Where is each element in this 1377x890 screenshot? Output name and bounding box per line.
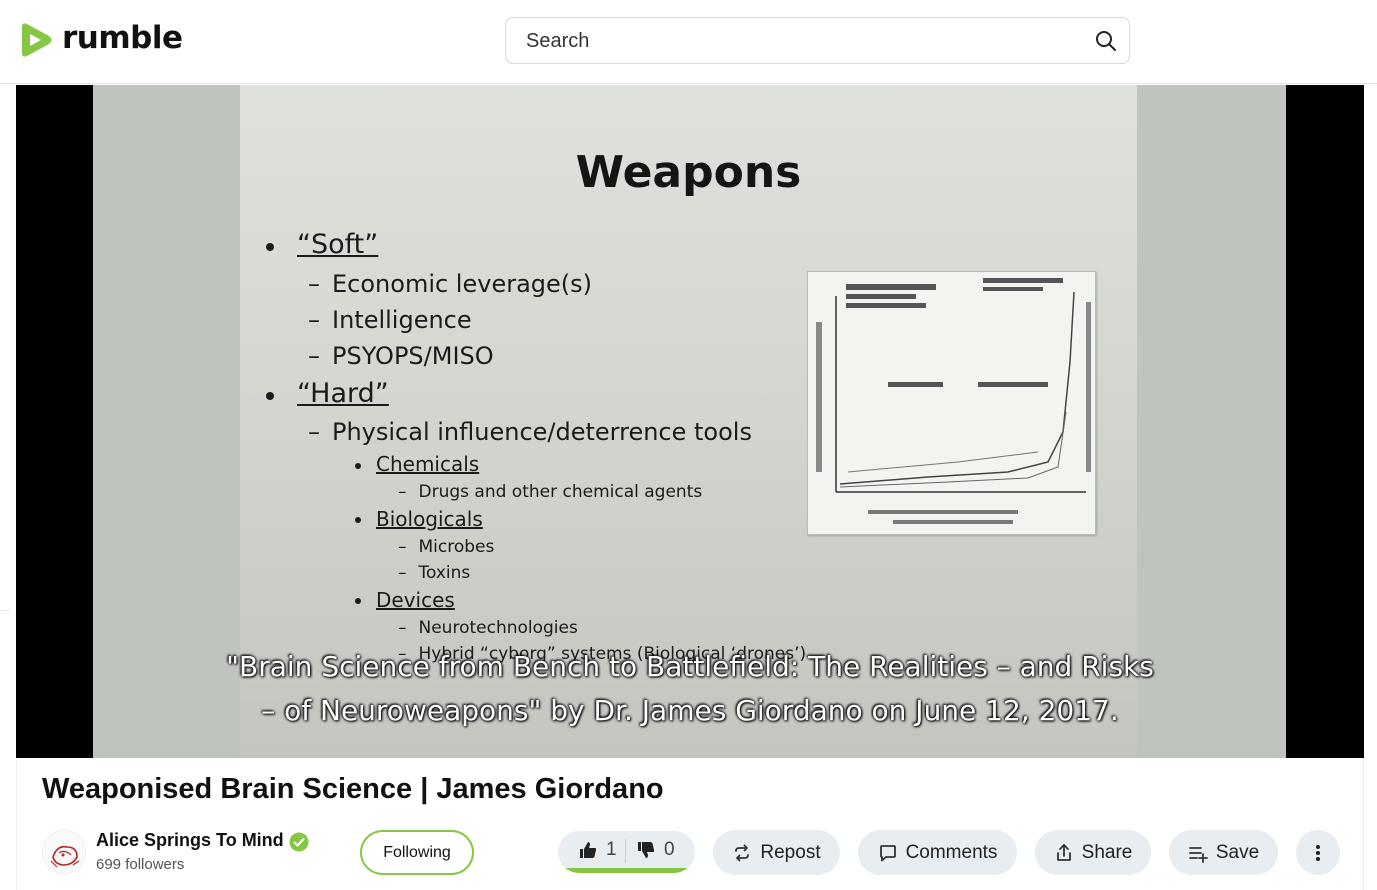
repost-label: Repost [760, 841, 821, 863]
slide-biologicals: Biologicals [376, 507, 483, 531]
comments-label: Comments [905, 841, 998, 863]
repost-button[interactable]: Repost [713, 830, 840, 875]
channel-name[interactable]: Alice Springs To Mind [96, 830, 284, 851]
share-button[interactable]: Share [1035, 830, 1151, 875]
like-button[interactable]: 1 [578, 831, 617, 869]
divider [0, 610, 10, 611]
video-player[interactable]: Weapons “Soft” – Economic leverage(s) – In… [16, 85, 1364, 758]
comments-button[interactable]: Comments [858, 830, 1017, 875]
search-icon[interactable] [1095, 30, 1117, 52]
slide-soft: “Soft” [297, 229, 379, 260]
video-info: Weaponised Brain Science | James Giordan… [16, 758, 1364, 890]
top-header: rumble [0, 0, 1377, 84]
slide-item: – PSYOPS/MISO [308, 342, 494, 370]
rumble-logo-icon [16, 21, 54, 59]
vote-control: 1 0 [558, 831, 695, 873]
share-icon [1056, 843, 1071, 861]
repost-icon [735, 844, 750, 861]
slide-title: Weapons [575, 147, 802, 198]
caption-line: – of Neuroweapons" by Dr. James Giordano… [261, 694, 1119, 727]
slide-figure-image [807, 271, 1096, 535]
search-input[interactable] [526, 28, 1066, 54]
slide-chemicals: Chemicals [376, 452, 480, 476]
rumble-logo[interactable]: rumble [16, 20, 183, 60]
save-label: Save [1215, 841, 1260, 863]
bullet-dot [355, 463, 361, 469]
slide-subitem: – Microbes [398, 537, 495, 557]
bullet-dot [355, 598, 361, 604]
like-ratio-bar [558, 868, 695, 873]
dislike-count: 0 [664, 839, 675, 860]
bullet-dot [266, 392, 274, 400]
divider [625, 839, 626, 863]
avatar[interactable] [42, 830, 86, 874]
slide-item: – Intelligence [308, 306, 472, 334]
slide-devices: Devices [376, 588, 455, 612]
slide-subitem: – Toxins [398, 563, 471, 583]
follower-count: 699 followers [96, 856, 185, 873]
dislike-button[interactable]: 0 [636, 831, 675, 869]
save-playlist-icon [1188, 846, 1208, 863]
slide-subitem: – Neurotechnologies [398, 618, 578, 638]
logo-text: rumble [62, 20, 183, 56]
thumbs-up-icon [580, 842, 597, 858]
like-count: 1 [606, 839, 617, 860]
slide-item: – Physical influence/deterrence tools [308, 418, 752, 446]
slide-hard: “Hard” [297, 378, 389, 409]
verified-icon [289, 832, 309, 852]
video-title: Weaponised Brain Science | James Giordan… [42, 773, 664, 805]
more-vertical-icon [1316, 844, 1320, 861]
following-label: Following [383, 843, 451, 861]
thumbs-down-icon [638, 842, 655, 858]
bullet-dot [355, 517, 361, 523]
comment-icon [879, 844, 896, 861]
slide-item: – Economic leverage(s) [308, 270, 593, 298]
more-options-button[interactable] [1296, 830, 1340, 875]
bullet-dot [266, 243, 274, 251]
following-button[interactable]: Following [360, 830, 474, 875]
caption-line: "Brain Science from Bench to Battlefield… [226, 650, 1154, 683]
save-button[interactable]: Save [1169, 830, 1278, 875]
slide-subitem: – Drugs and other chemical agents [398, 482, 703, 502]
share-label: Share [1081, 841, 1133, 863]
video-caption: "Brain Science from Bench to Battlefield… [16, 645, 1364, 733]
search-bar[interactable] [505, 17, 1130, 64]
